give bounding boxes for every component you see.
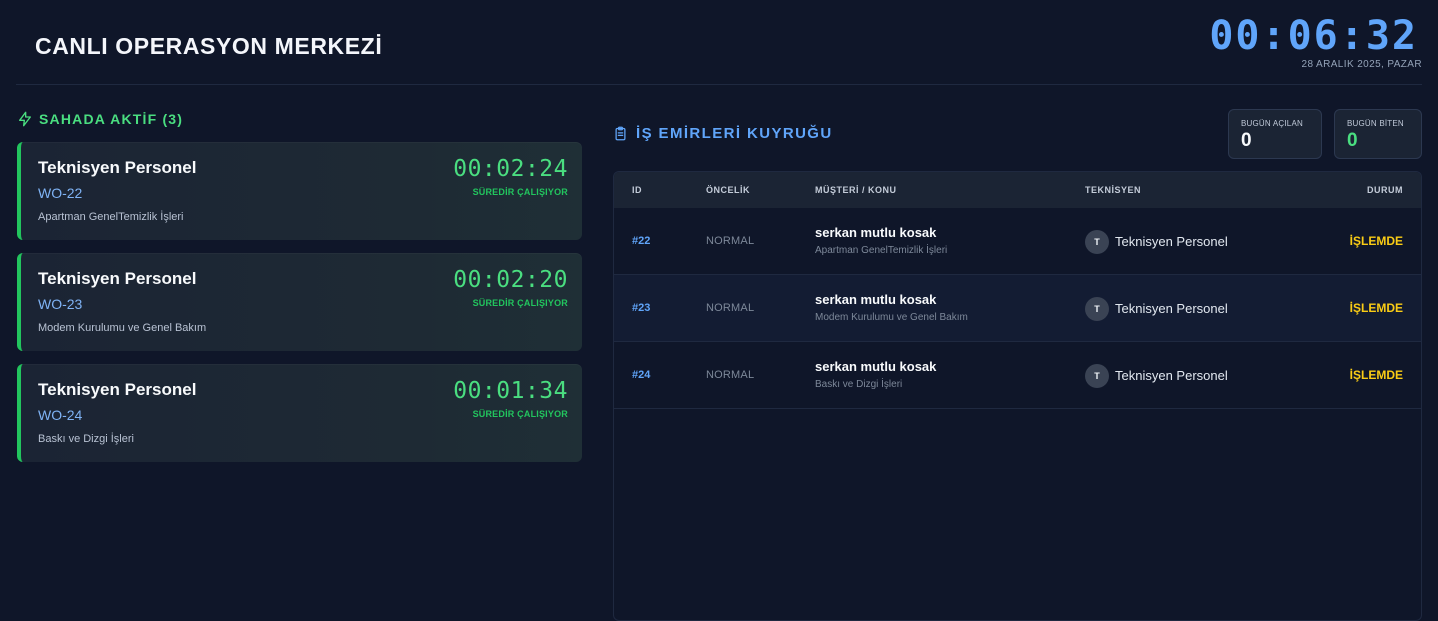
- job-description: Modem Kurulumu ve Genel Bakım: [38, 322, 207, 334]
- stat-closed-today: BUGÜN BİTEN 0: [1334, 109, 1422, 159]
- queue-section-title: İŞ EMİRLERİ KUYRUĞU: [613, 125, 833, 142]
- avatar: T: [1085, 364, 1109, 388]
- avatar: T: [1085, 230, 1109, 254]
- order-priority: NORMAL: [706, 235, 755, 247]
- job-description: Apartman GenelTemizlik İşleri: [38, 211, 184, 223]
- table-header: ID ÖNCELİK MÜŞTERİ / KONU TEKNİSYEN DURU…: [614, 172, 1421, 208]
- table-row[interactable]: #24 NORMAL serkan mutlu kosak Baskı ve D…: [614, 342, 1421, 409]
- job-status: SÜREDİR ÇALIŞIYOR: [472, 409, 568, 419]
- work-order-number: WO-22: [38, 185, 83, 201]
- column-header-status[interactable]: DURUM: [1367, 185, 1403, 195]
- stat-value: 0: [1241, 130, 1252, 151]
- technician-name: Teknisyen Personel: [38, 380, 197, 399]
- technician-name: Teknisyen Personel: [38, 158, 197, 177]
- status-badge: İŞLEMDE: [1349, 368, 1403, 382]
- active-panel: SAHADA AKTİF (3) Teknisyen Personel WO-2…: [17, 108, 582, 462]
- status-badge: İŞLEMDE: [1349, 234, 1403, 248]
- order-priority: NORMAL: [706, 302, 755, 314]
- status-badge: İŞLEMDE: [1349, 301, 1403, 315]
- technician-name: Teknisyen Personel: [38, 269, 197, 288]
- job-timer: 00:02:24: [453, 156, 568, 182]
- stat-label: BUGÜN AÇILAN: [1241, 119, 1303, 128]
- table-row[interactable]: #23 NORMAL serkan mutlu kosak Modem Kuru…: [614, 275, 1421, 342]
- job-status: SÜREDİR ÇALIŞIYOR: [472, 187, 568, 197]
- work-order-number: WO-23: [38, 296, 83, 312]
- avatar: T: [1085, 297, 1109, 321]
- job-description: Baskı ve Dizgi İşleri: [38, 433, 134, 445]
- page-title: CANLI OPERASYON MERKEZİ: [35, 33, 383, 59]
- queue-section-label: İŞ EMİRLERİ KUYRUĞU: [636, 125, 833, 142]
- active-job-card[interactable]: Teknisyen Personel WO-24 Baskı ve Dizgi …: [17, 364, 582, 462]
- order-id: #23: [632, 302, 651, 314]
- technician-name: Teknisyen Personel: [1115, 368, 1228, 383]
- job-status: SÜREDİR ÇALIŞIYOR: [472, 298, 568, 308]
- technician-name: Teknisyen Personel: [1115, 301, 1228, 316]
- order-subject: Modem Kurulumu ve Genel Bakım: [815, 312, 968, 323]
- stat-value: 0: [1347, 130, 1358, 151]
- work-order-number: WO-24: [38, 407, 83, 423]
- active-job-card[interactable]: Teknisyen Personel WO-23 Modem Kurulumu …: [17, 253, 582, 351]
- job-timer: 00:02:20: [453, 267, 568, 293]
- stat-label: BUGÜN BİTEN: [1347, 119, 1404, 128]
- technician-name: Teknisyen Personel: [1115, 234, 1228, 249]
- customer-name: serkan mutlu kosak: [815, 359, 937, 374]
- column-header-id[interactable]: ID: [632, 185, 642, 195]
- active-section-label: SAHADA AKTİF (3): [39, 111, 184, 127]
- header: CANLI OPERASYON MERKEZİ 00:06:32 28 ARAL…: [16, 0, 1422, 85]
- column-header-priority[interactable]: ÖNCELİK: [706, 185, 750, 195]
- customer-name: serkan mutlu kosak: [815, 225, 937, 240]
- order-id: #22: [632, 235, 651, 247]
- clipboard-icon: [615, 126, 626, 141]
- current-date: 28 ARALIK 2025, PAZAR: [1301, 59, 1422, 70]
- lightning-icon: [19, 111, 31, 127]
- column-header-customer[interactable]: MÜŞTERİ / KONU: [815, 185, 897, 195]
- work-order-table: ID ÖNCELİK MÜŞTERİ / KONU TEKNİSYEN DURU…: [613, 171, 1422, 621]
- order-priority: NORMAL: [706, 369, 755, 381]
- order-id: #24: [632, 369, 651, 381]
- job-timer: 00:01:34: [453, 378, 568, 404]
- order-subject: Baskı ve Dizgi İşleri: [815, 379, 903, 390]
- active-job-card[interactable]: Teknisyen Personel WO-22 Apartman GenelT…: [17, 142, 582, 240]
- table-row[interactable]: #22 NORMAL serkan mutlu kosak Apartman G…: [614, 208, 1421, 275]
- stat-opened-today: BUGÜN AÇILAN 0: [1228, 109, 1322, 159]
- live-clock: 00:06:32: [1209, 13, 1418, 59]
- active-section-title: SAHADA AKTİF (3): [17, 108, 582, 130]
- customer-name: serkan mutlu kosak: [815, 292, 937, 307]
- column-header-technician[interactable]: TEKNİSYEN: [1085, 185, 1141, 195]
- order-subject: Apartman GenelTemizlik İşleri: [815, 245, 948, 256]
